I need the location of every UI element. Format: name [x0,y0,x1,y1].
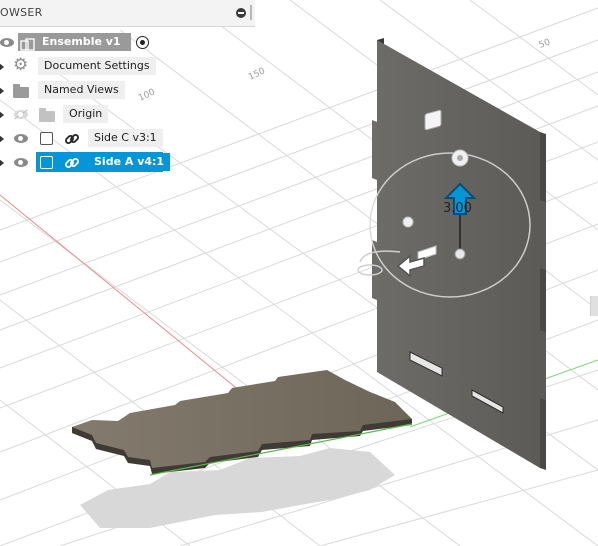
folder-icon [13,84,29,98]
tree-item-label[interactable]: Side A v4:1 [88,153,171,171]
tree-item-label[interactable]: Named Views [38,81,125,99]
tree-item-document-settings[interactable]: ⚙ Document Settings [0,55,156,78]
folder-icon [39,108,55,122]
tree-item-named-views[interactable]: Named Views [0,80,130,102]
eye-icon[interactable] [0,38,14,47]
expand-arrow-icon[interactable] [0,63,4,71]
tree-item-label[interactable]: Side C v3:1 [88,129,163,147]
expand-arrow-icon[interactable] [0,87,4,95]
gear-icon: ⚙ [13,55,29,75]
tree-item-side-c[interactable]: Side C v3:1 [0,128,165,150]
eye-icon[interactable] [14,134,28,143]
minus-circle-icon[interactable] [236,8,246,18]
tree-item-label[interactable]: Document Settings [38,57,156,75]
panel-resize-handle[interactable] [590,296,598,316]
eye-hidden-icon[interactable] [14,110,28,119]
expand-arrow-icon[interactable] [0,159,4,167]
link-icon [65,134,79,144]
grid-label: 100 [137,87,157,103]
component-icon [40,132,53,145]
tree-item-side-a[interactable]: Side A v4:1 [0,152,171,174]
eye-icon[interactable] [14,158,28,167]
assembly-component-icon [20,38,35,51]
activate-radio-icon[interactable] [136,36,149,49]
grid-label: 50 [538,37,552,50]
tree-item-label[interactable]: Origin [63,105,109,123]
tree-item-origin[interactable]: Origin [0,104,110,126]
dimension-label: 3.00 [443,201,472,216]
component-icon [40,156,53,169]
pin-bar-icon[interactable] [250,5,252,20]
expand-arrow-icon[interactable] [0,111,4,119]
browser-title: OWSER [0,6,43,19]
browser-header: OWSER [0,0,255,27]
grid-label: 150 [247,66,267,82]
expand-arrow-icon[interactable] [0,135,4,143]
link-icon [65,158,79,168]
